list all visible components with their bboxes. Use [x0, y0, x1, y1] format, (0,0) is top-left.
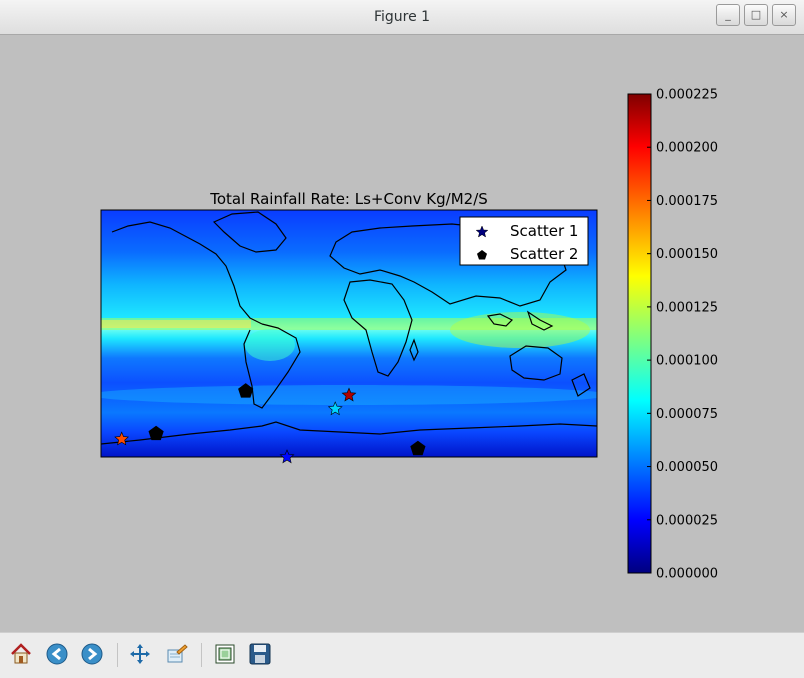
legend-label-scatter-2: Scatter 2: [510, 245, 578, 263]
itcz-pacific-east: [101, 320, 251, 328]
forward-button[interactable]: [77, 639, 107, 669]
colorbar-tick-label: 0.000000: [656, 567, 718, 582]
home-button[interactable]: [6, 639, 36, 669]
zoom-icon: [167, 644, 188, 663]
legend-label-scatter-1: Scatter 1: [510, 222, 578, 240]
colorbar-ticks: 0.000000 0.000025 0.000050 0.000075 0.000100…: [647, 88, 718, 582]
figure-canvas[interactable]: Total Rainfall Rate: Ls+Conv Kg/M2/S Sca…: [0, 35, 804, 632]
colorbar-tick-label: 0.000150: [656, 247, 718, 262]
forward-icon: [81, 643, 103, 665]
save-icon: [249, 643, 271, 665]
subplots-icon: [215, 644, 235, 664]
close-button[interactable]: ×: [772, 4, 796, 26]
colorbar-tick-label: 0.000050: [656, 460, 718, 475]
colorbar-tick-label: 0.000225: [656, 88, 718, 103]
colorbar-tick-label: 0.000025: [656, 513, 718, 528]
legend: Scatter 1 Scatter 2: [459, 216, 589, 266]
window-title: Figure 1: [373, 9, 431, 25]
subplots-button[interactable]: [210, 639, 240, 669]
colorbar-tick-label: 0.000100: [656, 354, 718, 369]
save-button[interactable]: [245, 639, 275, 669]
chart-title: Total Rainfall Rate: Ls+Conv Kg/M2/S: [209, 190, 488, 208]
colorbar-tick-label: 0.000200: [656, 141, 718, 156]
pan-icon: [130, 644, 150, 664]
colorbar-tick-label: 0.000175: [656, 194, 718, 209]
window-titlebar: Figure 1 _ □ ×: [0, 0, 804, 35]
back-button[interactable]: [42, 639, 72, 669]
minimize-button[interactable]: _: [716, 4, 740, 26]
back-icon: [46, 643, 68, 665]
home-icon: [11, 643, 31, 664]
maximize-button[interactable]: □: [744, 4, 768, 26]
toolbar-separator: [201, 643, 202, 667]
warm-pool-rain: [450, 312, 590, 348]
colorbar: 0.000000 0.000025 0.000050 0.000075 0.000100…: [627, 88, 718, 582]
toolbar-separator: [117, 643, 118, 667]
colorbar-gradient: [627, 93, 652, 574]
pan-button[interactable]: [125, 639, 155, 669]
navigation-toolbar: [0, 632, 804, 678]
colorbar-tick-label: 0.000075: [656, 407, 718, 422]
zoom-button[interactable]: [162, 639, 192, 669]
colorbar-tick-label: 0.000125: [656, 300, 718, 315]
